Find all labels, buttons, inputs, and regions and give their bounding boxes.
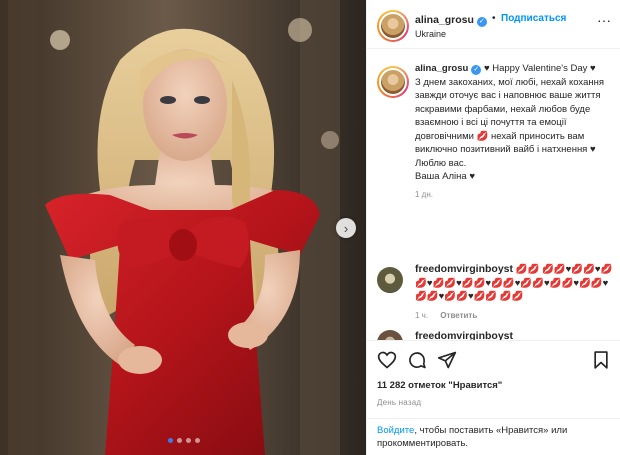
caption-time: 1 дн. [415,189,433,199]
bookmark-icon[interactable] [591,350,611,370]
post-actions [367,340,620,378]
comments-section[interactable]: alina_grosu ✓ ♥ Happy Valentine's Day ♥ З… [367,50,620,340]
likes-count[interactable]: 11 282 отметок "Нравится" [377,380,502,391]
carousel-indicator [168,438,200,443]
carousel-dot [186,438,191,443]
post-photo[interactable]: › [0,0,366,455]
reply-button[interactable]: Ответить [440,311,477,320]
carousel-dot-active [168,438,173,443]
comment-text: freedomvirginboyst [415,330,615,340]
chevron-right-icon: › [343,220,349,236]
heart-icon[interactable] [377,350,397,370]
caption-first-line: ♥ Happy Valentine's Day ♥ [481,63,596,74]
comment-time: 1 ч. [415,310,429,320]
separator-dot: • [492,13,496,24]
post-date: День назад [377,398,422,407]
commenter-username[interactable]: freedomvirginboyst [415,263,513,275]
verified-icon: ✓ [476,17,487,27]
commenter-avatar[interactable] [377,330,403,340]
carousel-dot [177,438,182,443]
caption-body-text: З днем закоханих, мої любі, нехай коханн… [415,76,604,183]
caption-text: alina_grosu ✓ ♥ Happy Valentine's Day ♥ З… [415,62,615,184]
post-side-panel: alina_grosu ✓ • Подписаться Ukraine ··· a… [366,0,620,455]
post-image [0,0,366,455]
comment-item: freedomvirginboyst 💋💋 💋💋♥💋💋♥💋💋♥💋💋♥💋💋♥💋💋♥… [377,263,615,320]
next-photo-button[interactable]: › [336,218,356,238]
post-header: alina_grosu ✓ • Подписаться Ukraine ··· [367,0,620,49]
post-caption: alina_grosu ✓ ♥ Happy Valentine's Day ♥ З… [377,62,615,199]
carousel-dot [195,438,200,443]
comment-text: freedomvirginboyst 💋💋 💋💋♥💋💋♥💋💋♥💋💋♥💋💋♥💋💋♥… [415,263,615,304]
caption-author-avatar[interactable] [377,66,409,98]
more-icon[interactable]: ··· [597,12,611,28]
login-prompt: Войдите, чтобы поставить «Нравится» или … [367,418,620,455]
post-location[interactable]: Ukraine [415,29,446,39]
comment-icon[interactable] [407,350,427,370]
comment-meta: 1 ч. Ответить [415,311,615,320]
author-username[interactable]: alina_grosu ✓ [415,14,487,27]
follow-button[interactable]: Подписаться [501,13,566,24]
author-avatar[interactable] [377,10,409,42]
commenter-avatar[interactable] [377,267,403,293]
comment-item: freedomvirginboyst [377,330,615,340]
commenter-username[interactable]: freedomvirginboyst [415,330,513,340]
verified-icon: ✓ [471,65,482,75]
share-icon[interactable] [437,350,457,370]
login-link[interactable]: Войдите [377,425,414,436]
caption-username[interactable]: alina_grosu ✓ [415,63,482,75]
